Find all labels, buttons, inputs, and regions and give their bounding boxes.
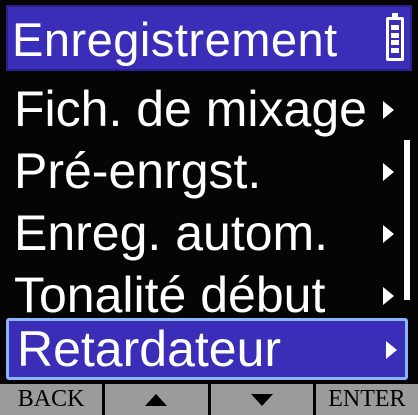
down-arrow-icon [250,393,273,406]
enter-button[interactable]: ENTER [315,384,418,415]
menu-item-label: Tonalité début [14,267,326,323]
battery-level-bar [391,24,399,30]
battery-level-bar [391,40,399,46]
page-title: Enregistrement [12,13,338,66]
chevron-right-icon [383,163,394,181]
chevron-right-icon [383,287,394,305]
chevron-right-icon [383,101,394,119]
battery-full-icon [386,13,404,61]
menu-item-tonalite-debut[interactable]: Tonalité début [6,264,402,326]
menu-item-pre-enrgst[interactable]: Pré-enrgst. [6,140,402,202]
chevron-right-icon [386,341,397,359]
battery-level-bar [391,48,399,54]
menu-item-retardateur[interactable]: Retardateur [6,318,408,380]
back-button[interactable]: BACK [0,384,103,415]
up-button[interactable] [105,384,208,415]
up-arrow-icon [145,393,168,406]
back-button-label: BACK [17,386,85,412]
menu-item-label: Enreg. autom. [14,205,329,261]
scrollbar[interactable] [404,140,410,300]
battery-level-bar [391,32,399,38]
softkey-bar: BACK ENTER [0,384,418,415]
title-bar: Enregistrement [6,5,412,71]
menu-item-label: Fich. de mixage [14,81,367,137]
menu-item-label: Retardateur [17,321,282,377]
menu-item-enreg-autom[interactable]: Enreg. autom. [6,202,402,264]
enter-button-label: ENTER [328,386,406,412]
down-button[interactable] [210,384,313,415]
chevron-right-icon [383,225,394,243]
menu-item-fich-de-mixage[interactable]: Fich. de mixage [6,78,402,140]
recorder-screen: Enregistrement Fich. de mixage Pré-enrgs… [0,0,418,415]
menu-item-label: Pré-enrgst. [14,143,262,199]
